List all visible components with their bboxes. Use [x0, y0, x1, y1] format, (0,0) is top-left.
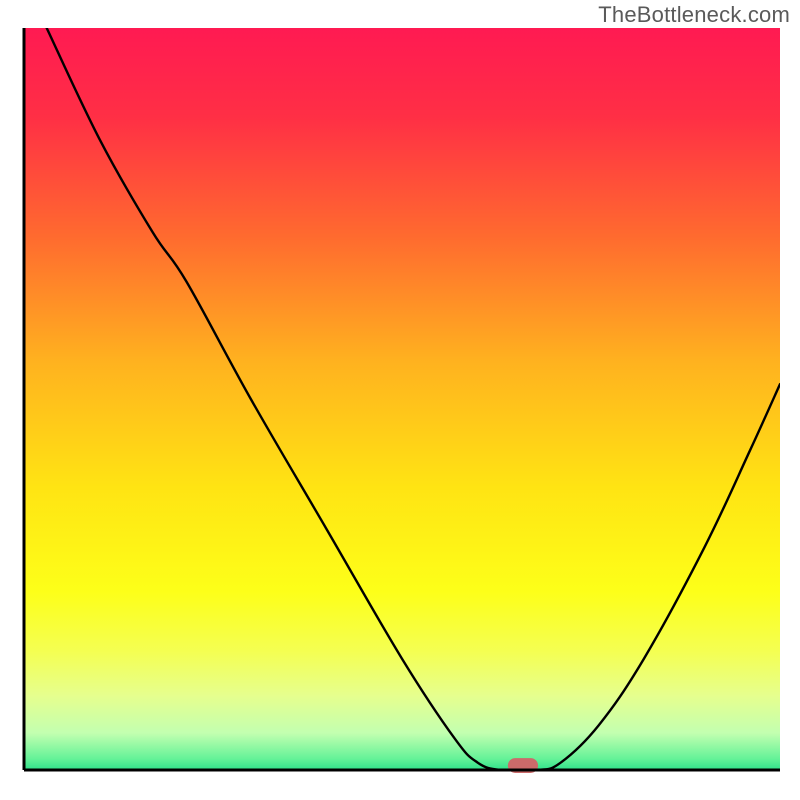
bottleneck-chart [0, 0, 800, 800]
chart-container: { "watermark": "TheBottleneck.com", "cha… [0, 0, 800, 800]
